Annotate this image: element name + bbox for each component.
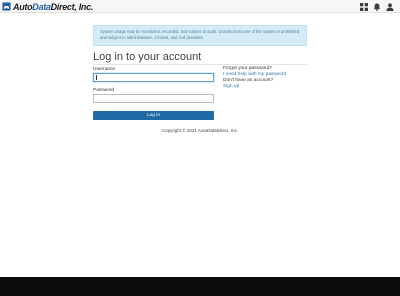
usage-notice: System usage may be monitored, recorded,… (93, 25, 307, 46)
user-account-icon[interactable] (386, 2, 394, 11)
logo-suffix: Direct, Inc. (50, 1, 94, 12)
footer-bar (0, 277, 400, 296)
username-label: Username (93, 67, 116, 72)
page-title: Log in to your account (93, 51, 202, 63)
sign-up-link[interactable]: Sign up (223, 84, 307, 90)
title-divider (93, 64, 307, 65)
top-bar: AutoDataDirect, Inc. (0, 0, 400, 13)
help-links: Forgot your password? I need help with m… (223, 66, 307, 90)
password-label: Password (93, 88, 115, 93)
password-input[interactable] (93, 94, 214, 103)
username-input[interactable] (93, 73, 214, 82)
logo-prefix: Auto (13, 1, 33, 12)
company-logo[interactable]: AutoDataDirect, Inc. (2, 1, 93, 12)
apps-grid-icon[interactable] (360, 2, 368, 11)
copyright-text: Copyright © 2021 AutoDataDirect, Inc. (161, 128, 239, 133)
logo-car-icon (2, 2, 11, 11)
logo-highlight: Data (32, 1, 51, 12)
top-icons (360, 2, 394, 11)
login-button[interactable]: Log in (93, 111, 214, 120)
notifications-bell-icon[interactable] (373, 3, 381, 11)
text-cursor (96, 75, 97, 80)
logo-text: AutoDataDirect, Inc. (13, 2, 93, 12)
